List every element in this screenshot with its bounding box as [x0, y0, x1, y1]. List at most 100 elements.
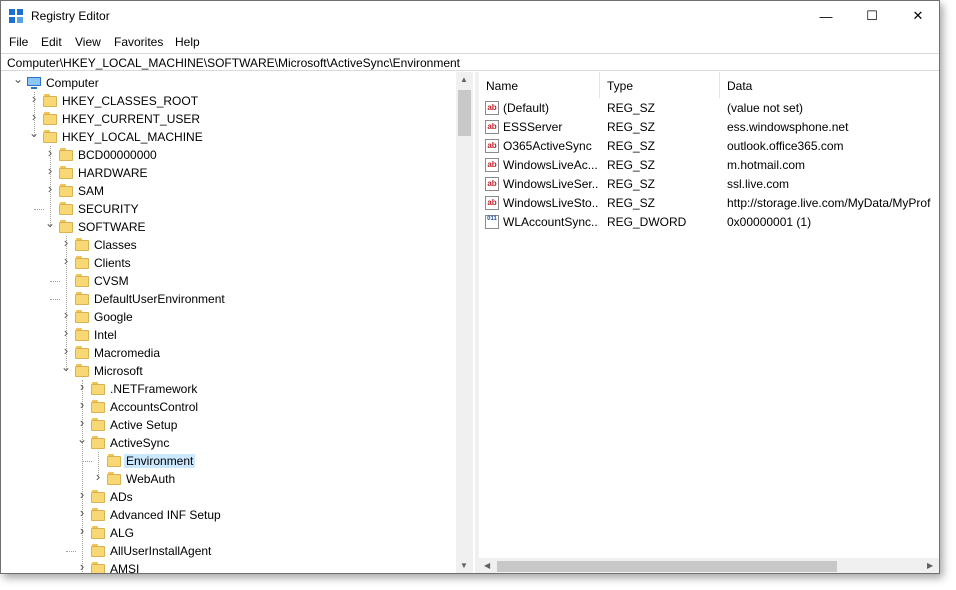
tree-node-label[interactable]: Clients	[92, 256, 133, 270]
title-bar[interactable]: Registry Editor — ☐ ✕	[1, 1, 939, 31]
value-row[interactable]: 011 WLAccountSync... REG_DWORD 0x00000001 (…	[479, 213, 939, 232]
tree-node-label[interactable]: Environment	[124, 454, 196, 468]
values-horizontal-scrollbar[interactable]: ◀ ▶	[479, 558, 939, 573]
tree-node-netframework[interactable]: › .NETFramework	[1, 379, 456, 398]
chevron-down-icon[interactable]: ⌄	[13, 72, 23, 86]
scroll-up-arrow-icon[interactable]: ▲	[460, 75, 468, 84]
chevron-right-icon[interactable]: ›	[93, 469, 103, 484]
tree-node-environment[interactable]: Environment	[1, 452, 456, 470]
tree-node-hkey-local-machine[interactable]: ⌄ HKEY_LOCAL_MACHINE	[1, 126, 456, 146]
tree-node-advanced-inf-setup[interactable]: › Advanced INF Setup	[1, 505, 456, 524]
chevron-right-icon[interactable]: ›	[61, 325, 71, 340]
tree-node-label[interactable]: Google	[92, 310, 135, 324]
tree-node-ads[interactable]: › ADs	[1, 487, 456, 506]
chevron-down-icon[interactable]: ⌄	[77, 432, 87, 446]
tree-node-label[interactable]: Intel	[92, 328, 119, 342]
chevron-right-icon[interactable]: ›	[45, 181, 55, 196]
tree-node-label[interactable]: ActiveSync	[108, 436, 171, 450]
tree-node-label[interactable]: SECURITY	[76, 202, 141, 216]
tree-node-label[interactable]: Advanced INF Setup	[108, 508, 223, 522]
tree-node-label[interactable]: ALG	[108, 526, 136, 540]
tree-node-label[interactable]: Classes	[92, 238, 139, 252]
tree-vertical-scrollbar[interactable]: ▲ ▼	[456, 72, 473, 573]
tree-node-hkey-current-user[interactable]: › HKEY_CURRENT_USER	[1, 109, 456, 128]
menu-edit[interactable]: Edit	[41, 35, 62, 49]
chevron-right-icon[interactable]: ›	[61, 307, 71, 322]
chevron-down-icon[interactable]: ⌄	[61, 360, 71, 374]
tree-node-computer[interactable]: ⌄ Computer	[1, 72, 456, 92]
tree-node-security[interactable]: SECURITY	[1, 200, 456, 218]
values-pane[interactable]: Name Type Data ab (Default) REG_SZ (value n…	[479, 72, 939, 573]
tree-node-label[interactable]: HKEY_LOCAL_MACHINE	[60, 130, 205, 144]
value-row[interactable]: ab WindowsLiveSto... REG_SZ http://storage.…	[479, 194, 939, 213]
tree-node-label[interactable]: HKEY_CLASSES_ROOT	[60, 94, 200, 108]
scroll-left-arrow-icon[interactable]: ◀	[484, 561, 490, 570]
tree-node-sam[interactable]: › SAM	[1, 181, 456, 200]
tree-node-alluserinstallagent[interactable]: AllUserInstallAgent	[1, 542, 456, 560]
tree-node-active-setup[interactable]: › Active Setup	[1, 415, 456, 434]
tree-node-webauth[interactable]: › WebAuth	[1, 469, 456, 488]
chevron-down-icon[interactable]: ⌄	[45, 216, 55, 230]
chevron-right-icon[interactable]: ›	[45, 145, 55, 160]
tree-node-alg[interactable]: › ALG	[1, 523, 456, 542]
tree-node-bcd00000000[interactable]: › BCD00000000	[1, 145, 456, 164]
chevron-right-icon[interactable]: ›	[77, 397, 87, 412]
tree-node-microsoft[interactable]: ⌄ Microsoft	[1, 360, 456, 380]
value-row[interactable]: ab ESSServer REG_SZ ess.windowsphone.net	[479, 118, 939, 137]
tree-node-label[interactable]: AccountsControl	[108, 400, 200, 414]
value-row[interactable]: ab WindowsLiveSer... REG_SZ ssl.live.com	[479, 175, 939, 194]
chevron-right-icon[interactable]: ›	[45, 163, 55, 178]
close-button[interactable]: ✕	[895, 1, 939, 31]
tree-node-software[interactable]: ⌄ SOFTWARE	[1, 216, 456, 236]
tree-node-hkey-classes-root[interactable]: › HKEY_CLASSES_ROOT	[1, 91, 456, 110]
tree-node-label[interactable]: DefaultUserEnvironment	[92, 292, 227, 306]
scroll-right-arrow-icon[interactable]: ▶	[927, 561, 933, 570]
chevron-right-icon[interactable]: ›	[77, 523, 87, 538]
tree-node-clients[interactable]: › Clients	[1, 253, 456, 272]
minimize-button[interactable]: —	[803, 1, 849, 31]
value-row[interactable]: ab O365ActiveSync REG_SZ outlook.office365.…	[479, 137, 939, 156]
chevron-right-icon[interactable]: ›	[61, 343, 71, 358]
chevron-down-icon[interactable]: ⌄	[29, 126, 39, 140]
menu-favorites[interactable]: Favorites	[114, 35, 163, 49]
tree-node-activesync[interactable]: ⌄ ActiveSync	[1, 432, 456, 452]
tree-node-hardware[interactable]: › HARDWARE	[1, 163, 456, 182]
chevron-right-icon[interactable]: ›	[29, 109, 39, 124]
tree-node-defaultuserenvironment[interactable]: DefaultUserEnvironment	[1, 290, 456, 308]
chevron-right-icon[interactable]: ›	[77, 415, 87, 430]
tree-node-cvsm[interactable]: CVSM	[1, 272, 456, 290]
value-row[interactable]: ab (Default) REG_SZ (value not set)	[479, 99, 939, 118]
value-row[interactable]: ab WindowsLiveAc... REG_SZ m.hotmail.com	[479, 156, 939, 175]
tree-node-label[interactable]: ADs	[108, 490, 135, 504]
chevron-right-icon[interactable]: ›	[77, 379, 87, 394]
tree-node-label[interactable]: .NETFramework	[108, 382, 199, 396]
chevron-right-icon[interactable]: ›	[77, 559, 87, 574]
tree-scroll-thumb[interactable]	[458, 90, 471, 136]
chevron-right-icon[interactable]: ›	[29, 91, 39, 106]
tree-node-label[interactable]: SOFTWARE	[76, 220, 148, 234]
tree-node-label[interactable]: SAM	[76, 184, 106, 198]
tree-node-label[interactable]: Macromedia	[92, 346, 162, 360]
tree-node-label[interactable]: WebAuth	[124, 472, 177, 486]
column-header-type[interactable]: Type	[600, 72, 720, 98]
tree-node-label[interactable]: AllUserInstallAgent	[108, 544, 213, 558]
tree-node-label[interactable]: HARDWARE	[76, 166, 150, 180]
registry-key-tree[interactable]: ⌄ Computer › HKEY_CLASSES_ROOT › HKEY_CURRENT…	[1, 72, 475, 574]
tree-node-label[interactable]: AMSI	[108, 562, 141, 573]
tree-node-label[interactable]: Microsoft	[92, 364, 145, 378]
chevron-right-icon[interactable]: ›	[77, 505, 87, 520]
values-scroll-thumb[interactable]	[497, 561, 837, 572]
menu-view[interactable]: View	[75, 35, 101, 49]
menu-help[interactable]: Help	[175, 35, 200, 49]
tree-node-google[interactable]: › Google	[1, 307, 456, 326]
tree-node-label[interactable]: CVSM	[92, 274, 131, 288]
tree-node-label[interactable]: Computer	[44, 76, 101, 90]
chevron-right-icon[interactable]: ›	[61, 235, 71, 250]
tree-node-label[interactable]: HKEY_CURRENT_USER	[60, 112, 202, 126]
maximize-button[interactable]: ☐	[849, 1, 895, 31]
tree-node-label[interactable]: Active Setup	[108, 418, 179, 432]
chevron-right-icon[interactable]: ›	[61, 253, 71, 268]
tree-node-intel[interactable]: › Intel	[1, 325, 456, 344]
scroll-down-arrow-icon[interactable]: ▼	[460, 561, 468, 570]
address-bar[interactable]: Computer\HKEY_LOCAL_MACHINE\SOFTWARE\Mic…	[1, 53, 939, 71]
